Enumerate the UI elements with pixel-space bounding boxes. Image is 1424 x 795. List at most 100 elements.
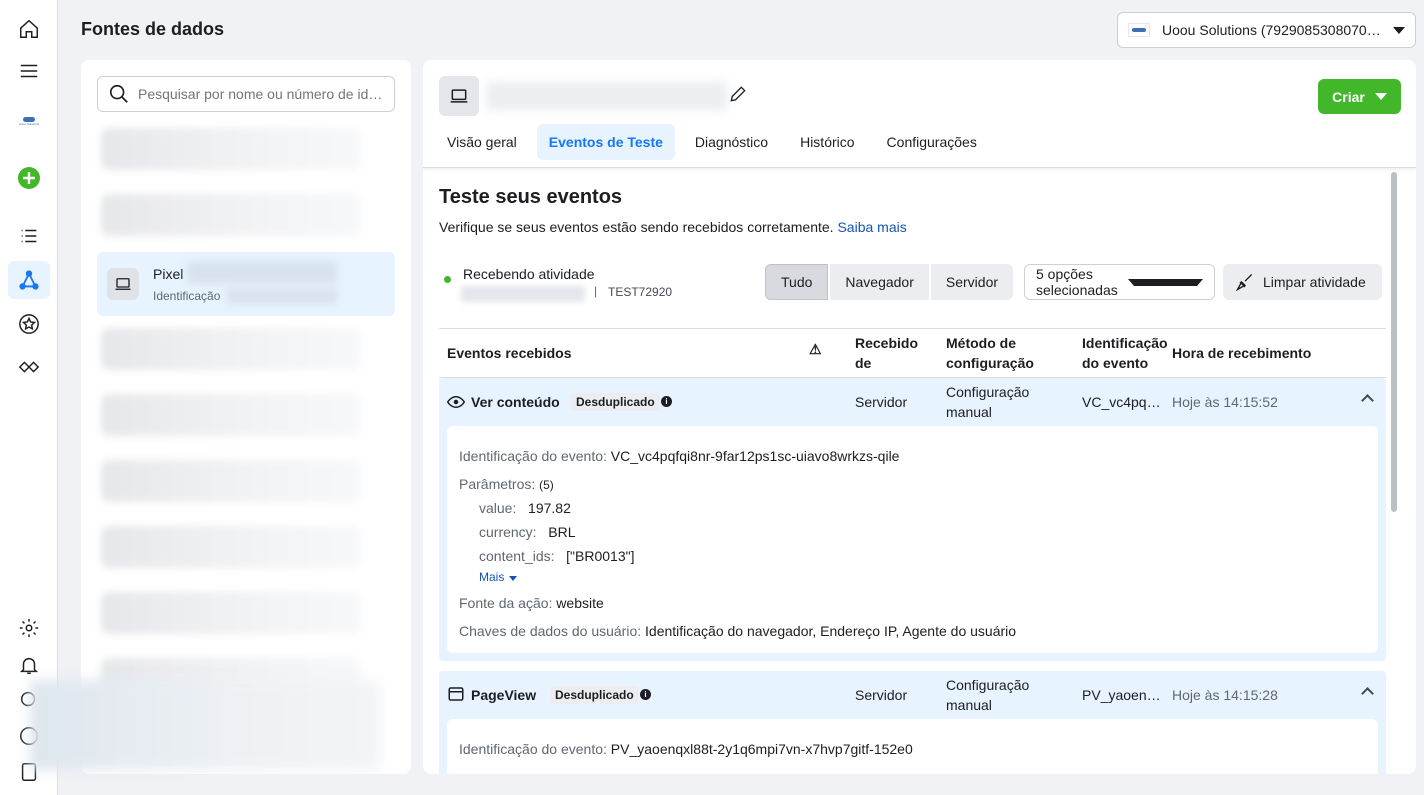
blurred-source[interactable] bbox=[101, 592, 361, 634]
event-id: VC_vc4pq… bbox=[1082, 394, 1161, 410]
info-icon[interactable]: i bbox=[661, 396, 672, 407]
filter-server[interactable]: Servidor bbox=[930, 264, 1014, 300]
chevron-down-icon bbox=[1127, 278, 1203, 286]
blurred-source-name bbox=[487, 82, 727, 110]
action-source-label: Fonte da ação: bbox=[459, 595, 553, 611]
test-events-content: Teste seus eventos Verifique se seus eve… bbox=[439, 168, 1389, 774]
selected-source[interactable]: Pixel Identificação bbox=[97, 252, 395, 316]
brand-logo[interactable]: Uoou Solutions bbox=[14, 106, 44, 136]
search-input[interactable] bbox=[138, 86, 384, 102]
chevron-up-icon[interactable] bbox=[1361, 394, 1374, 407]
list-icon[interactable] bbox=[14, 221, 44, 251]
scrollbar[interactable] bbox=[1391, 172, 1397, 512]
source-detail-panel: Criar Visão geral Eventos de Teste Diagn… bbox=[423, 60, 1416, 774]
event-id: PV_yaoen… bbox=[1082, 687, 1161, 703]
blurred-id bbox=[227, 288, 337, 304]
tab-history[interactable]: Histórico bbox=[788, 124, 866, 160]
more-label: Mais bbox=[479, 570, 505, 584]
id-value: VC_vc4pqfqi8nr-9far12ps1sc-uiavo8wrkzs-q… bbox=[610, 448, 900, 464]
event-time: Hoje às 14:15:28 bbox=[1172, 687, 1278, 703]
star-icon[interactable] bbox=[14, 309, 44, 339]
create-icon[interactable] bbox=[14, 163, 44, 193]
info-icon[interactable]: i bbox=[640, 689, 651, 700]
param-value: 197.82 bbox=[528, 500, 571, 516]
more-link[interactable]: Mais bbox=[479, 570, 517, 584]
user-keys-label: Chaves de dados do usuário: bbox=[459, 623, 642, 639]
create-label: Criar bbox=[1332, 88, 1365, 105]
description-text: Verifique se seus eventos estão sendo re… bbox=[439, 219, 834, 235]
search-box[interactable] bbox=[97, 76, 395, 112]
home-icon[interactable] bbox=[14, 14, 44, 44]
section-description: Verifique se seus eventos estão sendo re… bbox=[439, 219, 907, 235]
id-value: PV_yaoenqxl88t-2y1q6mpi7vn-x7hvp7gitf-15… bbox=[610, 741, 913, 757]
filter-all[interactable]: Tudo bbox=[765, 264, 829, 300]
event-summary[interactable]: PageView Desduplicado i Servidor Configu… bbox=[439, 671, 1386, 717]
tab-diagnostics[interactable]: Diagnóstico bbox=[683, 124, 780, 160]
source-sub: Identificação bbox=[153, 289, 221, 303]
action-source-value: website bbox=[556, 595, 604, 611]
clear-activity-button[interactable]: Limpar atividade bbox=[1223, 264, 1382, 300]
dedup-badge: Desduplicado bbox=[571, 393, 660, 411]
caret-down-icon bbox=[508, 576, 517, 581]
param-key: content_ids: bbox=[479, 548, 555, 564]
blurred-source[interactable] bbox=[101, 328, 361, 370]
account-selector[interactable]: Uoou Solutions (7929085308070… bbox=[1117, 12, 1416, 48]
status-text: Recebendo atividade bbox=[463, 266, 595, 282]
page-title: Fontes de dados bbox=[81, 19, 225, 39]
options-label: 5 opções selecionadas bbox=[1036, 266, 1118, 298]
tab-settings[interactable]: Configurações bbox=[875, 124, 989, 160]
col-method: Método de configuração bbox=[946, 335, 1034, 371]
data-sources-icon[interactable] bbox=[8, 261, 50, 299]
partner-icon[interactable] bbox=[14, 352, 44, 382]
broom-icon bbox=[1235, 274, 1253, 292]
blurred-id bbox=[461, 286, 585, 302]
id-label: Identificação do evento: bbox=[459, 448, 607, 464]
chevron-up-icon[interactable] bbox=[1361, 687, 1374, 700]
event-method: Configuração manual bbox=[946, 677, 1030, 713]
separator: | bbox=[594, 284, 598, 298]
tab-overview[interactable]: Visão geral bbox=[435, 124, 529, 160]
blurred-source[interactable] bbox=[101, 194, 361, 236]
edit-icon[interactable] bbox=[728, 84, 748, 104]
event-name: PageView bbox=[471, 687, 537, 703]
event-time: Hoje às 14:15:52 bbox=[1172, 394, 1278, 410]
activity-row: Recebendo atividade | TEST72920 Tudo Nav… bbox=[439, 264, 1383, 308]
col-events: Eventos recebidos bbox=[447, 345, 572, 361]
param-key: value: bbox=[479, 500, 517, 516]
brand-logo-text: Uoou Solutions bbox=[18, 121, 40, 126]
options-dropdown[interactable]: 5 opções selecionadas bbox=[1024, 264, 1215, 300]
params-label: Parâmetros: bbox=[459, 476, 536, 492]
table-header: Eventos recebidos ⚠ Recebido de Método d… bbox=[439, 328, 1386, 378]
status-dot bbox=[444, 276, 451, 283]
create-button[interactable]: Criar bbox=[1318, 79, 1401, 114]
col-received-from: Recebido de bbox=[855, 335, 919, 371]
account-logo bbox=[1128, 23, 1150, 37]
menu-icon[interactable] bbox=[14, 56, 44, 86]
event-row: PageView Desduplicado i Servidor Configu… bbox=[439, 671, 1386, 774]
filter-browser[interactable]: Navegador bbox=[830, 264, 929, 300]
user-keys-value: Identificação do navegador, Endereço IP,… bbox=[645, 623, 1017, 639]
notifications-icon[interactable] bbox=[14, 650, 44, 680]
eye-icon bbox=[447, 395, 465, 409]
blurred-source[interactable] bbox=[101, 526, 361, 568]
detail-header: Criar Visão geral Eventos de Teste Diagn… bbox=[423, 60, 1416, 168]
warning-icon: ⚠ bbox=[809, 341, 822, 357]
settings-icon[interactable] bbox=[14, 613, 44, 643]
id-label: Identificação do evento: bbox=[459, 741, 607, 757]
event-source: Servidor bbox=[855, 687, 908, 703]
blurred-source[interactable] bbox=[101, 128, 361, 170]
clear-label: Limpar atividade bbox=[1263, 274, 1366, 290]
chevron-down-icon bbox=[1393, 26, 1405, 34]
params-count: (5) bbox=[539, 478, 554, 492]
learn-more-link[interactable]: Saiba mais bbox=[837, 219, 906, 235]
event-detail: Identificação do evento: PV_yaoenqxl88t-… bbox=[447, 719, 1378, 774]
dedup-badge: Desduplicado bbox=[550, 686, 639, 704]
tab-test-events[interactable]: Eventos de Teste bbox=[536, 124, 675, 160]
page-icon bbox=[448, 687, 464, 701]
blurred-source[interactable] bbox=[101, 394, 361, 436]
blurred-overlay bbox=[30, 680, 380, 770]
event-summary[interactable]: Ver conteúdo Desduplicado i Servidor Con… bbox=[439, 378, 1386, 424]
account-label: Uoou Solutions (7929085308070… bbox=[1162, 22, 1381, 38]
event-detail: Identificação do evento: VC_vc4pqfqi8nr-… bbox=[447, 426, 1378, 653]
blurred-source[interactable] bbox=[101, 460, 361, 502]
